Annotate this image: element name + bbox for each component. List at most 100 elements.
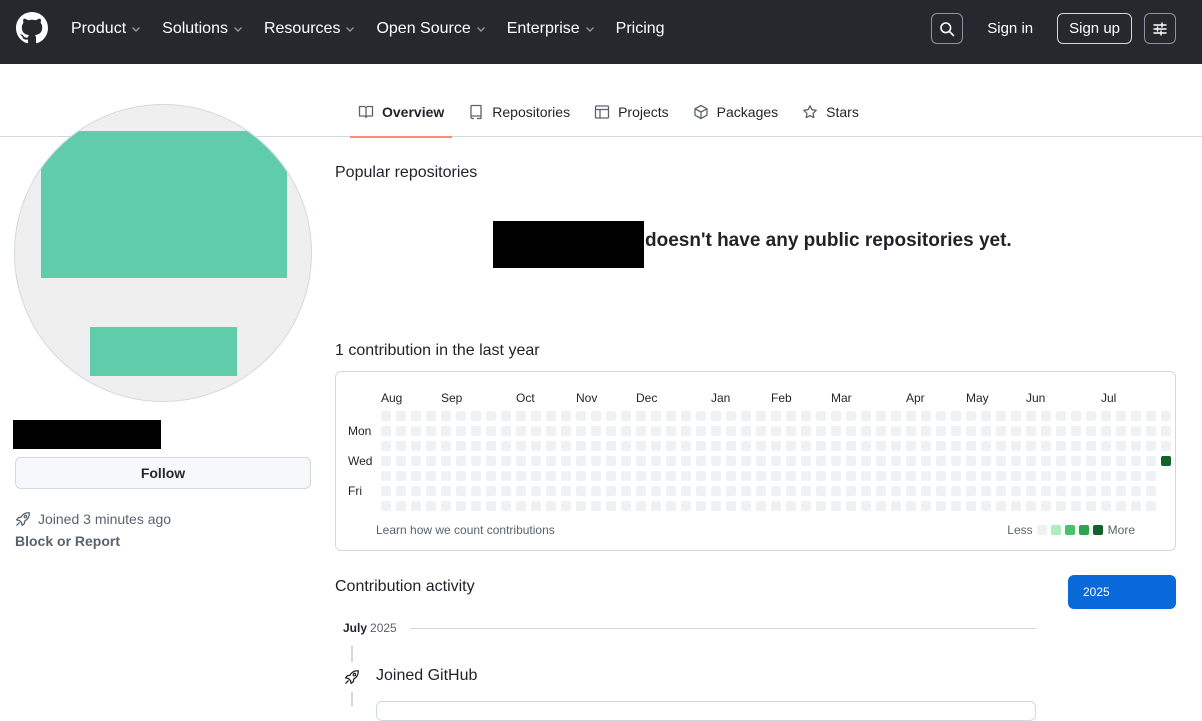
contribution-day[interactable]	[441, 411, 451, 421]
contribution-day[interactable]	[651, 471, 661, 481]
contribution-day[interactable]	[1026, 501, 1036, 511]
contribution-day[interactable]	[1011, 486, 1021, 496]
settings-menu-button[interactable]	[1144, 13, 1176, 44]
contribution-day[interactable]	[876, 486, 886, 496]
contribution-day[interactable]	[1131, 501, 1141, 511]
contribution-day[interactable]	[516, 471, 526, 481]
contribution-day[interactable]	[396, 426, 406, 436]
contribution-day[interactable]	[411, 441, 421, 451]
contribution-day[interactable]	[1071, 441, 1081, 451]
contribution-day[interactable]	[471, 411, 481, 421]
contribution-day[interactable]	[786, 441, 796, 451]
contribution-day[interactable]	[741, 501, 751, 511]
contribution-day[interactable]	[1011, 441, 1021, 451]
contribution-day[interactable]	[906, 411, 916, 421]
contribution-day[interactable]	[666, 486, 676, 496]
contribution-day[interactable]	[1056, 411, 1066, 421]
contribution-day[interactable]	[801, 426, 811, 436]
contribution-day[interactable]	[711, 471, 721, 481]
contribution-day[interactable]	[756, 471, 766, 481]
contribution-day[interactable]	[516, 441, 526, 451]
contribution-day[interactable]	[1056, 486, 1066, 496]
contribution-day[interactable]	[441, 501, 451, 511]
contribution-day[interactable]	[666, 471, 676, 481]
contribution-day[interactable]	[696, 501, 706, 511]
contribution-day[interactable]	[1161, 411, 1171, 421]
contribution-day[interactable]	[801, 456, 811, 466]
nav-item-open-source[interactable]: Open Source	[376, 20, 485, 38]
contribution-day[interactable]	[1101, 456, 1111, 466]
contribution-day[interactable]	[1131, 486, 1141, 496]
contribution-day[interactable]	[591, 471, 601, 481]
contribution-day[interactable]	[621, 486, 631, 496]
contribution-day[interactable]	[606, 411, 616, 421]
contribution-day[interactable]	[771, 501, 781, 511]
contribution-day[interactable]	[771, 441, 781, 451]
contribution-day[interactable]	[981, 426, 991, 436]
contribution-day[interactable]	[486, 486, 496, 496]
contribution-day[interactable]	[471, 456, 481, 466]
contribution-day[interactable]	[861, 441, 871, 451]
contribution-day[interactable]	[441, 456, 451, 466]
sign-in-link[interactable]: Sign in	[987, 20, 1033, 37]
contribution-day[interactable]	[951, 411, 961, 421]
contribution-day[interactable]	[531, 456, 541, 466]
contribution-day[interactable]	[1086, 441, 1096, 451]
contribution-day[interactable]	[861, 501, 871, 511]
contribution-day[interactable]	[441, 426, 451, 436]
contribution-day[interactable]	[426, 441, 436, 451]
contribution-day[interactable]	[756, 501, 766, 511]
contribution-day[interactable]	[816, 471, 826, 481]
contribution-day[interactable]	[1101, 471, 1111, 481]
contribution-day[interactable]	[921, 411, 931, 421]
contribution-day[interactable]	[561, 411, 571, 421]
contribution-day[interactable]	[591, 486, 601, 496]
contribution-day[interactable]	[966, 456, 976, 466]
contribution-day[interactable]	[981, 441, 991, 451]
contribution-day[interactable]	[426, 411, 436, 421]
contribution-day[interactable]	[516, 501, 526, 511]
contribution-day[interactable]	[891, 501, 901, 511]
contribution-day[interactable]	[576, 501, 586, 511]
contribution-day[interactable]	[726, 426, 736, 436]
contribution-day[interactable]	[681, 501, 691, 511]
contribution-day[interactable]	[381, 426, 391, 436]
contribution-day[interactable]	[471, 471, 481, 481]
contribution-day[interactable]	[1146, 441, 1156, 451]
contribution-day[interactable]	[741, 471, 751, 481]
contribution-day[interactable]	[681, 441, 691, 451]
contribution-day[interactable]	[876, 456, 886, 466]
nav-item-pricing[interactable]: Pricing	[616, 20, 665, 38]
contribution-day[interactable]	[666, 456, 676, 466]
contribution-day[interactable]	[411, 456, 421, 466]
contribution-day[interactable]	[876, 471, 886, 481]
contribution-day[interactable]	[756, 456, 766, 466]
contribution-day[interactable]	[771, 471, 781, 481]
contribution-day[interactable]	[411, 411, 421, 421]
contribution-day[interactable]	[651, 441, 661, 451]
contribution-day[interactable]	[696, 456, 706, 466]
contribution-day[interactable]	[801, 501, 811, 511]
contribution-day[interactable]	[711, 426, 721, 436]
contribution-day[interactable]	[441, 441, 451, 451]
contribution-day[interactable]	[1041, 471, 1051, 481]
contribution-day[interactable]	[411, 426, 421, 436]
contribution-day[interactable]	[1131, 471, 1141, 481]
contribution-day[interactable]	[666, 426, 676, 436]
contribution-day[interactable]	[561, 441, 571, 451]
contribution-day[interactable]	[996, 501, 1006, 511]
contribution-day[interactable]	[501, 441, 511, 451]
tab-projects[interactable]: Projects	[586, 92, 677, 137]
contribution-day[interactable]	[426, 486, 436, 496]
contribution-day[interactable]	[846, 486, 856, 496]
contribution-day[interactable]	[681, 456, 691, 466]
contribution-day[interactable]	[576, 486, 586, 496]
contribution-day[interactable]	[546, 471, 556, 481]
contribution-day[interactable]	[591, 411, 601, 421]
contribution-day[interactable]	[531, 411, 541, 421]
contribution-day[interactable]	[456, 471, 466, 481]
contribution-day[interactable]	[471, 441, 481, 451]
contribution-day[interactable]	[861, 456, 871, 466]
contribution-day[interactable]	[996, 456, 1006, 466]
contribution-day[interactable]	[411, 471, 421, 481]
